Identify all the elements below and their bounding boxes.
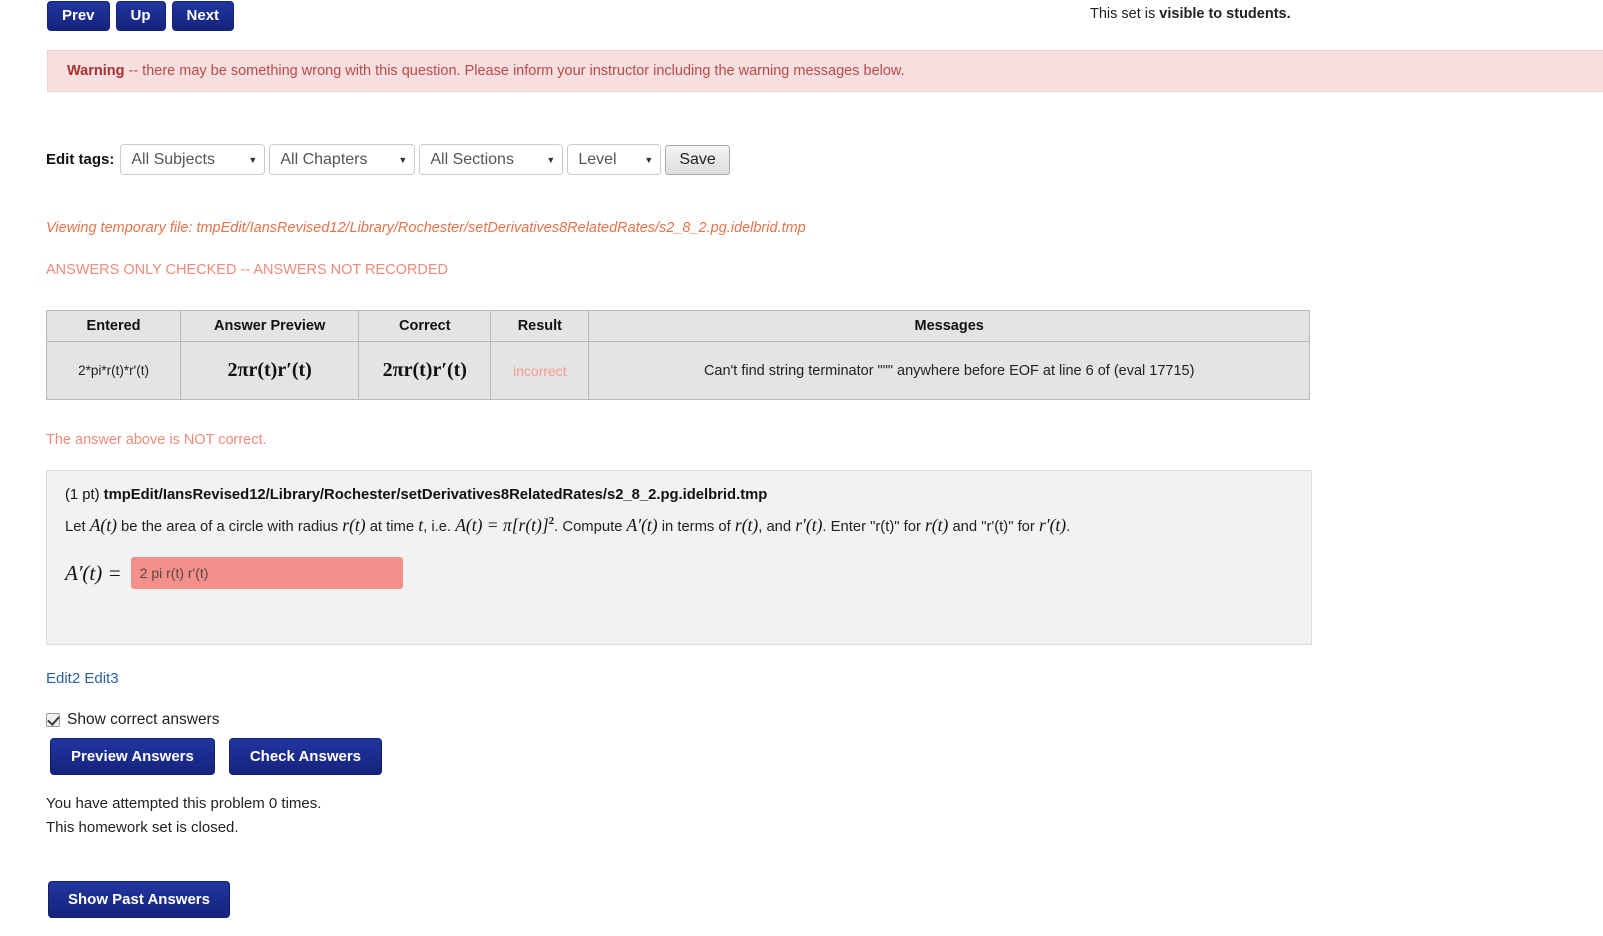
check-answers-button[interactable]: Check Answers xyxy=(228,738,383,775)
show-correct-answers-row: Show correct answers xyxy=(46,711,219,729)
show-correct-answers-label: Show correct answers xyxy=(67,711,220,728)
cell-result-status: incorrect xyxy=(490,341,590,400)
edit-tags-label: Edit tags: xyxy=(46,151,115,168)
answer-results-table: Entered Answer Preview Correct Result Me… xyxy=(45,310,1310,400)
chapter-select[interactable]: All Chapters xyxy=(269,144,416,175)
answer-label: A′(t) = xyxy=(65,560,122,585)
visibility-strong: visible to students. xyxy=(1159,6,1291,22)
subject-select-wrap: All Subjects ▼ xyxy=(120,144,269,175)
warning-banner: Warning -- there may be something wrong … xyxy=(47,50,1603,92)
problem-text-4: , i.e. xyxy=(423,519,456,535)
math-r-prime-2: r′(t) xyxy=(1038,515,1067,535)
problem-panel: (1 pt) tmpEdit/IansRevised12/Library/Roc… xyxy=(46,470,1312,645)
table-row: 2*pi*r(t)*r'(t) 2πr(t)r′(t) 2πr(t)r′(t) … xyxy=(45,341,1310,400)
problem-text-2: be the area of a circle with radius xyxy=(116,519,343,535)
answer-entry-row: A′(t) = xyxy=(65,557,1293,590)
level-select[interactable]: Level xyxy=(567,144,662,175)
preview-answers-button[interactable]: Preview Answers xyxy=(50,738,215,775)
homework-closed-line: This homework set is closed. xyxy=(46,819,239,836)
problem-statement: Let A(t) be the area of a circle with ra… xyxy=(65,512,1293,539)
header-entered: Entered xyxy=(45,310,182,342)
table-header-row: Entered Answer Preview Correct Result Me… xyxy=(45,310,1310,342)
problem-points: (1 pt) xyxy=(65,487,104,503)
show-past-answers-button[interactable]: Show Past Answers xyxy=(48,881,230,918)
header-answer-preview: Answer Preview xyxy=(180,310,360,342)
math-A-of-t: A(t) xyxy=(89,515,117,535)
warning-strong: Warning xyxy=(67,63,125,79)
set-visibility-status: This set is visible to students. xyxy=(1090,6,1291,22)
save-tags-button[interactable]: Save xyxy=(665,144,730,175)
answer-not-correct-note: The answer above is NOT correct. xyxy=(46,432,267,448)
problem-text-1: Let xyxy=(65,519,90,535)
problem-text-6: in terms of xyxy=(657,519,735,535)
math-area-formula: A(t) = π[r(t)]2 xyxy=(455,515,555,535)
attempt-count-line: You have attempted this problem 0 times. xyxy=(46,795,322,812)
chapter-select-wrap: All Chapters ▼ xyxy=(269,144,419,175)
section-select[interactable]: All Sections xyxy=(419,144,564,175)
math-r-of-t: r(t) xyxy=(342,515,366,535)
problem-text-5: . Compute xyxy=(554,519,627,535)
problem-text-8: . Enter "r(t)" for xyxy=(822,519,925,535)
correct-answer-math: 2πr(t)r′(t) xyxy=(382,359,467,381)
cell-entered: 2*pi*r(t)*r'(t) xyxy=(45,341,182,400)
problem-text-9: and "r'(t)" for xyxy=(948,519,1039,535)
visibility-prefix: This set is xyxy=(1090,6,1160,22)
problem-path: tmpEdit/IansRevised12/Library/Rochester/… xyxy=(103,487,768,503)
math-r-of-t-3: r(t) xyxy=(925,515,949,535)
header-messages: Messages xyxy=(588,310,1310,342)
problem-text-3: at time xyxy=(365,519,419,535)
cell-message: Can't find string terminator """ anywher… xyxy=(588,341,1310,400)
prev-button[interactable]: Prev xyxy=(47,1,110,31)
problem-navigation: Prev Up Next xyxy=(47,1,235,31)
section-select-wrap: All Sections ▼ xyxy=(419,144,567,175)
show-correct-answers-checkbox[interactable] xyxy=(46,713,60,727)
header-result: Result xyxy=(490,310,590,342)
problem-text-10: . xyxy=(1066,519,1071,535)
level-select-wrap: Level ▼ xyxy=(567,144,665,175)
answer-actions: Preview Answers Check Answers xyxy=(50,738,383,775)
cell-correct-answer: 2πr(t)r′(t) xyxy=(358,341,492,400)
answer-input[interactable] xyxy=(130,557,403,590)
warning-text: -- there may be something wrong with thi… xyxy=(124,63,905,79)
math-A-prime: A′(t) xyxy=(626,515,658,535)
math-r-of-t-2: r(t) xyxy=(734,515,759,535)
math-r-prime: r′(t) xyxy=(795,515,823,535)
up-button[interactable]: Up xyxy=(115,1,166,31)
answer-preview-math: 2πr(t)r′(t) xyxy=(227,359,312,381)
problem-header: (1 pt) tmpEdit/IansRevised12/Library/Roc… xyxy=(65,487,1293,503)
edit-tags-row: Edit tags: All Subjects ▼ All Chapters ▼… xyxy=(46,144,730,175)
edit3-link[interactable]: Edit3 xyxy=(84,670,118,687)
edit-links: Edit2 Edit3 xyxy=(46,670,119,687)
answers-checked-note: ANSWERS ONLY CHECKED -- ANSWERS NOT RECO… xyxy=(46,262,449,278)
cell-answer-preview: 2πr(t)r′(t) xyxy=(180,341,360,400)
subject-select[interactable]: All Subjects xyxy=(120,144,266,175)
edit2-link[interactable]: Edit2 xyxy=(46,670,80,687)
next-button[interactable]: Next xyxy=(171,1,235,31)
webwork-problem-page: Prev Up Next This set is visible to stud… xyxy=(0,0,1603,936)
problem-text-7: , and xyxy=(758,519,796,535)
attempt-info: You have attempted this problem 0 times.… xyxy=(46,792,321,840)
temp-file-note: Viewing temporary file: tmpEdit/IansRevi… xyxy=(46,220,806,236)
header-correct: Correct xyxy=(358,310,492,342)
